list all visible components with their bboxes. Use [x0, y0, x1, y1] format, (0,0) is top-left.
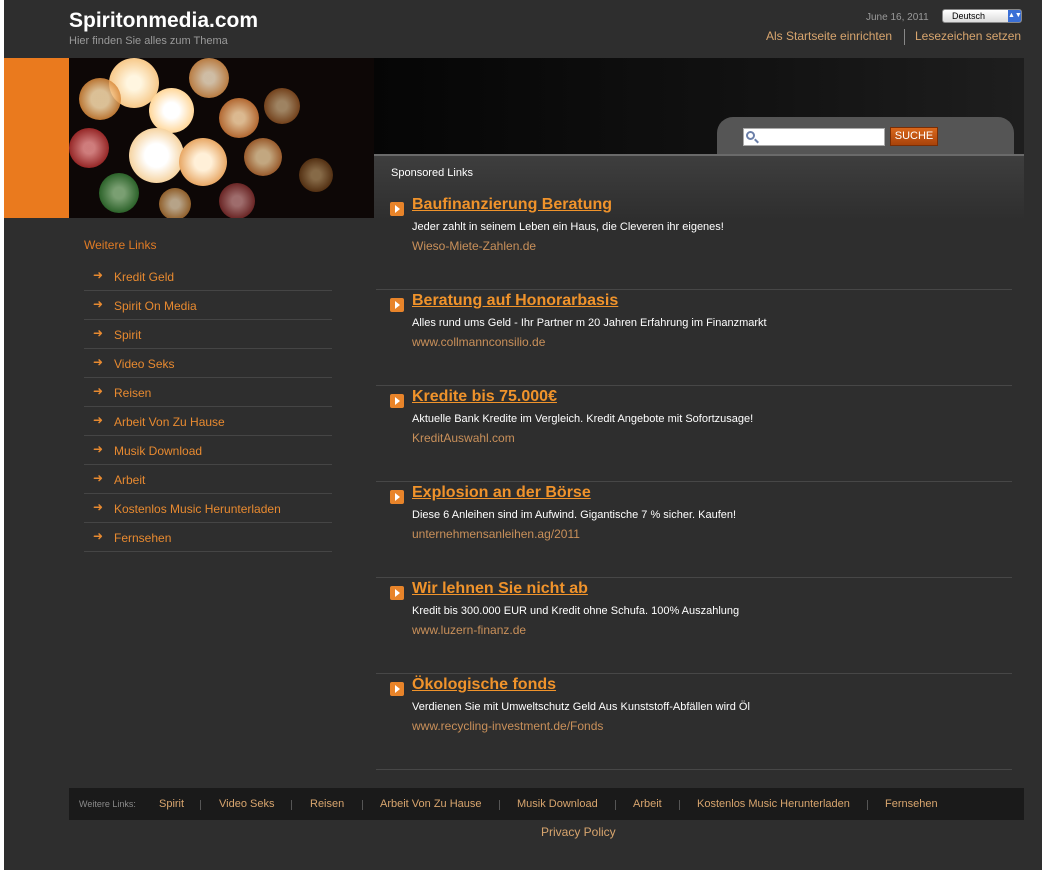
footer-link[interactable]: Fernsehen	[885, 798, 938, 810]
footer-divider	[499, 800, 500, 810]
arrow-bullet-icon	[390, 490, 404, 504]
arrow-right-icon: ➜	[93, 471, 104, 485]
arrow-right-icon: ➜	[93, 326, 104, 340]
site-title[interactable]: Spiritonmedia.com	[69, 9, 258, 33]
sponsored-links-label: Sponsored Links	[391, 167, 473, 179]
ad-url-link[interactable]: KreditAuswahl.com	[412, 431, 515, 445]
arrow-right-icon: ➜	[93, 384, 104, 398]
sidebar-item[interactable]: ➜ Arbeit Von Zu Hause	[84, 407, 332, 436]
arrow-right-icon: ➜	[93, 529, 104, 543]
sponsored-ad: Wir lehnen Sie nicht ab Kredit bis 300.0…	[376, 578, 1012, 674]
search-input[interactable]	[743, 128, 885, 146]
sidebar-item[interactable]: ➜ Video Seks	[84, 349, 332, 378]
sidebar-item[interactable]: ➜ Spirit	[84, 320, 332, 349]
ad-url-link[interactable]: unternehmensanleihen.ag/2011	[412, 527, 580, 541]
footer-link[interactable]: Reisen	[310, 798, 344, 810]
ad-title-link[interactable]: Explosion an der Börse	[412, 484, 591, 502]
sponsored-ad: Explosion an der Börse Diese 6 Anleihen …	[376, 482, 1012, 578]
orange-accent-block	[4, 58, 69, 218]
language-select-value: Deutsch	[952, 11, 986, 21]
ad-description: Kredit bis 300.000 EUR und Kredit ohne S…	[412, 605, 740, 617]
arrow-bullet-icon	[390, 394, 404, 408]
footer-link[interactable]: Spirit	[159, 798, 184, 810]
sidebar-title: Weitere Links	[84, 238, 157, 252]
search-button[interactable]: SUCHE	[890, 127, 938, 146]
sidebar-item[interactable]: ➜ Kredit Geld	[84, 262, 332, 291]
ad-url-link[interactable]: www.recycling-investment.de/Fonds	[412, 719, 603, 733]
footer-link[interactable]: Arbeit Von Zu Hause	[380, 798, 482, 810]
sidebar-item[interactable]: ➜ Fernsehen	[84, 523, 332, 552]
language-select[interactable]: Deutsch ▲▼	[942, 9, 1022, 23]
arrow-right-icon: ➜	[93, 442, 104, 456]
footer-divider	[867, 800, 868, 810]
ad-description: Jeder zahlt in seinem Leben ein Haus, di…	[412, 221, 724, 233]
ad-title-link[interactable]: Beratung auf Honorarbasis	[412, 292, 618, 310]
sidebar-item-label: Fernsehen	[114, 531, 172, 545]
footer-link[interactable]: Kostenlos Music Herunterladen	[697, 798, 850, 810]
sidebar-item-label: Arbeit	[114, 473, 146, 487]
bookmark-link[interactable]: Lesezeichen setzen	[915, 29, 1021, 43]
footer-divider	[200, 800, 201, 810]
sidebar-item-label: Kredit Geld	[114, 270, 175, 284]
sidebar-item-label: Spirit	[114, 328, 142, 342]
arrow-right-icon: ➜	[93, 297, 104, 311]
footer-divider	[615, 800, 616, 810]
sidebar-item[interactable]: ➜ Reisen	[84, 378, 332, 407]
sponsored-ad: Ökologische fonds Verdienen Sie mit Umwe…	[376, 674, 1012, 770]
set-homepage-link[interactable]: Als Startseite einrichten	[766, 29, 892, 43]
arrow-bullet-icon	[390, 298, 404, 312]
header-link-divider	[904, 29, 905, 45]
ad-title-link[interactable]: Wir lehnen Sie nicht ab	[412, 580, 588, 598]
footer-link[interactable]: Musik Download	[517, 798, 598, 810]
sidebar-item-label: Spirit On Media	[114, 299, 197, 313]
arrow-bullet-icon	[390, 202, 404, 216]
arrow-bullet-icon	[390, 586, 404, 600]
footer-label: Weitere Links:	[79, 799, 136, 809]
ad-description: Diese 6 Anleihen sind im Aufwind. Gigant…	[412, 509, 737, 521]
privacy-policy-link[interactable]: Privacy Policy	[541, 825, 616, 839]
ad-url-link[interactable]: www.collmannconsilio.de	[412, 335, 545, 349]
ad-description: Verdienen Sie mit Umweltschutz Geld Aus …	[412, 701, 750, 713]
ad-title-link[interactable]: Kredite bis 75.000€	[412, 388, 557, 406]
footer-divider	[679, 800, 680, 810]
select-arrows-icon: ▲▼	[1008, 10, 1022, 22]
sponsored-ad: Baufinanzierung Beratung Jeder zahlt in …	[376, 194, 1012, 290]
page: Spiritonmedia.com Hier finden Sie alles …	[0, 0, 1042, 870]
ad-title-link[interactable]: Baufinanzierung Beratung	[412, 196, 612, 214]
arrow-right-icon: ➜	[93, 355, 104, 369]
footer-link[interactable]: Video Seks	[219, 798, 274, 810]
footer-link[interactable]: Arbeit	[633, 798, 662, 810]
ad-description: Alles rund ums Geld - Ihr Partner m 20 J…	[412, 317, 767, 329]
sponsored-ad: Kredite bis 75.000€ Aktuelle Bank Kredit…	[376, 386, 1012, 482]
sidebar-item-label: Kostenlos Music Herunterladen	[114, 502, 281, 516]
sponsored-ad: Beratung auf Honorarbasis Alles rund ums…	[376, 290, 1012, 386]
date-label: June 16, 2011	[866, 12, 929, 23]
sidebar-item[interactable]: ➜ Arbeit	[84, 465, 332, 494]
arrow-bullet-icon	[390, 682, 404, 696]
sidebar-item[interactable]: ➜ Spirit On Media	[84, 291, 332, 320]
footer-divider	[362, 800, 363, 810]
ad-title-link[interactable]: Ökologische fonds	[412, 676, 556, 694]
ad-description: Aktuelle Bank Kredite im Vergleich. Kred…	[412, 413, 754, 425]
site-tagline: Hier finden Sie alles zum Thema	[69, 35, 228, 47]
arrow-right-icon: ➜	[93, 500, 104, 514]
ad-url-link[interactable]: www.luzern-finanz.de	[412, 623, 526, 637]
bokeh-banner-image	[69, 58, 374, 218]
sidebar-item[interactable]: ➜ Musik Download	[84, 436, 332, 465]
sidebar-item-label: Musik Download	[114, 444, 203, 458]
search-icon	[746, 131, 755, 140]
sidebar-item-label: Video Seks	[114, 357, 175, 371]
sidebar-item[interactable]: ➜ Kostenlos Music Herunterladen	[84, 494, 332, 523]
arrow-right-icon: ➜	[93, 268, 104, 282]
ad-url-link[interactable]: Wieso-Miete-Zahlen.de	[412, 239, 536, 253]
sidebar-item-label: Arbeit Von Zu Hause	[114, 415, 225, 429]
arrow-right-icon: ➜	[93, 413, 104, 427]
footer-divider	[291, 800, 292, 810]
sidebar-item-label: Reisen	[114, 386, 152, 400]
